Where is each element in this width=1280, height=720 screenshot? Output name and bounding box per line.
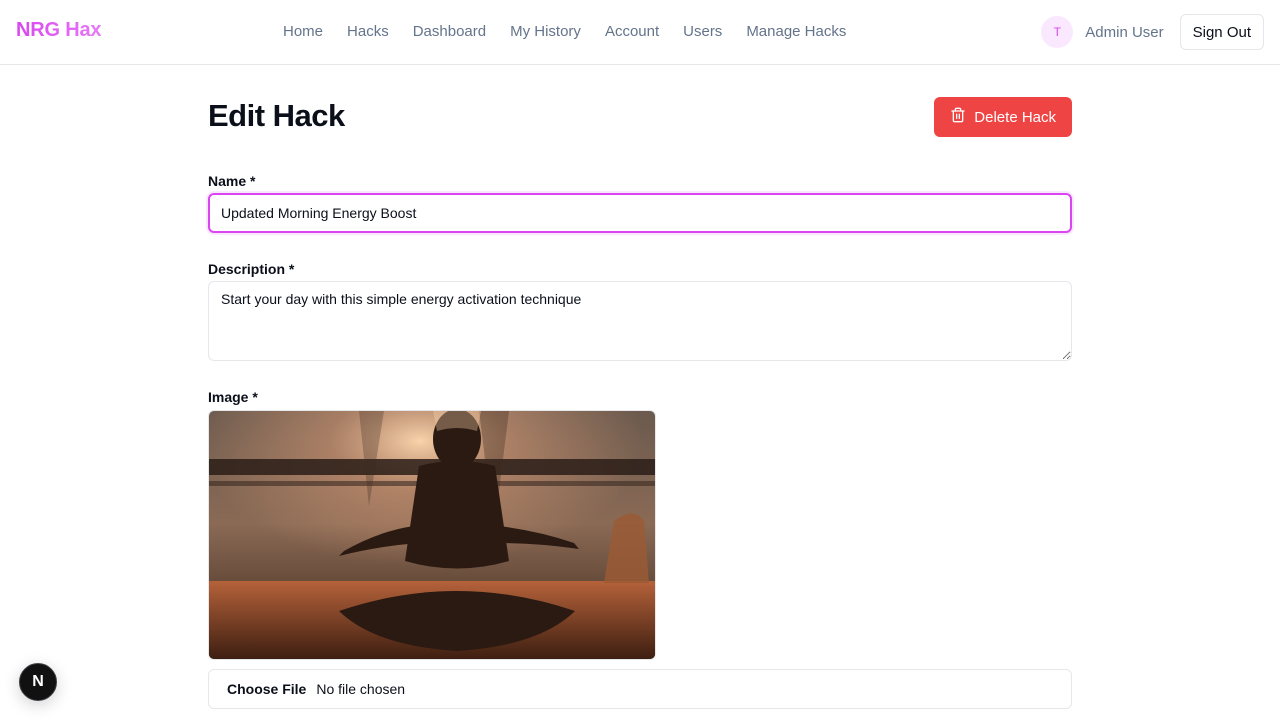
avatar[interactable]: T	[1041, 16, 1074, 48]
nav-link-my-history[interactable]: My History	[510, 23, 581, 41]
nav-link-users[interactable]: Users	[683, 23, 722, 41]
nav-link-manage-hacks[interactable]: Manage Hacks	[746, 23, 846, 41]
sign-out-button[interactable]: Sign Out	[1179, 14, 1264, 50]
nav-link-account[interactable]: Account	[605, 23, 659, 41]
page-header: Edit Hack Delete Hack	[208, 65, 1072, 165]
brand-logo[interactable]: NRG Hax	[16, 19, 101, 42]
image-file-input[interactable]: Choose File No file chosen	[208, 669, 1072, 709]
nextjs-logo-icon[interactable]: N	[19, 663, 57, 701]
description-label: Description *	[208, 261, 295, 277]
nav-link-home[interactable]: Home	[283, 23, 323, 41]
description-textarea[interactable]: Start your day with this simple energy a…	[208, 281, 1072, 361]
hack-image-preview	[208, 410, 656, 660]
nav-link-hacks[interactable]: Hacks	[347, 23, 389, 41]
choose-file-button[interactable]: Choose File	[227, 681, 306, 697]
file-status: No file chosen	[316, 681, 406, 697]
edit-hack-form: Edit Hack Delete Hack Name * Description…	[208, 65, 1072, 709]
trash-icon	[950, 107, 966, 127]
user-menu: T Admin User Sign Out	[1041, 14, 1264, 50]
name-input[interactable]	[208, 193, 1072, 233]
nav-link-dashboard[interactable]: Dashboard	[413, 23, 486, 41]
delete-hack-label: Delete Hack	[974, 108, 1056, 126]
delete-hack-button[interactable]: Delete Hack	[934, 97, 1072, 137]
page-title: Edit Hack	[208, 98, 345, 133]
image-label: Image *	[208, 389, 258, 405]
top-navbar: NRG Hax Home Hacks Dashboard My History …	[0, 0, 1280, 65]
user-name: Admin User	[1085, 23, 1164, 41]
main-nav: Home Hacks Dashboard My History Account …	[283, 23, 846, 41]
name-label: Name *	[208, 173, 256, 189]
